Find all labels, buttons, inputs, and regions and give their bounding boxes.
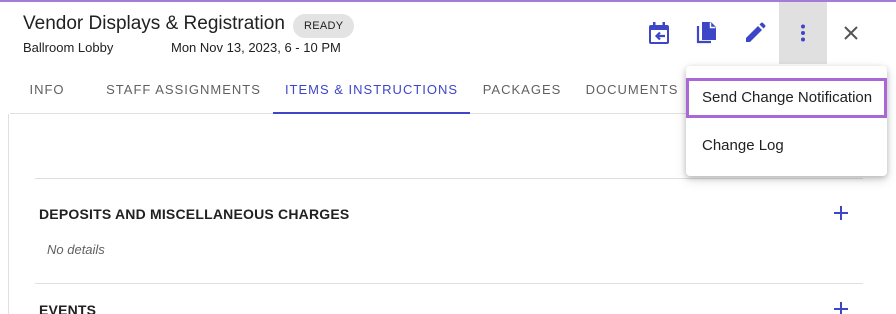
close-icon [844, 26, 858, 40]
edit-icon [746, 22, 766, 42]
section-divider [35, 283, 863, 284]
section-divider [35, 178, 863, 179]
section-title-events: EVENTS [39, 302, 97, 314]
more-options-button[interactable] [779, 2, 827, 64]
menu-item-label: Send Change Notification [702, 89, 873, 106]
page-title: Vendor Displays & Registration [23, 13, 285, 34]
calendar-import-button[interactable] [635, 2, 683, 64]
copy-icon [696, 22, 716, 44]
tab-staff-assignments[interactable]: STAFF ASSIGNMENTS [106, 66, 261, 113]
section-title-deposits: DEPOSITS AND MISCELLANEOUS CHARGES [39, 206, 350, 222]
add-event-button[interactable] [829, 297, 853, 314]
more-vert-icon [801, 24, 805, 42]
deposits-empty-text: No details [47, 242, 105, 257]
content-border [8, 114, 9, 314]
event-detail-panel: Vendor Displays & Registration READY Bal… [0, 0, 896, 314]
tab-items-instructions[interactable]: ITEMS & INSTRUCTIONS [273, 66, 470, 114]
calendar-import-icon [649, 22, 669, 44]
more-options-menu: Send Change Notification Change Log [686, 66, 887, 176]
edit-button[interactable] [731, 2, 779, 64]
tab-documents[interactable]: DOCUMENTS [582, 66, 682, 113]
menu-item-send-change-notification[interactable]: Send Change Notification [686, 78, 887, 118]
event-datetime: Mon Nov 13, 2023, 6 - 10 PM [171, 40, 341, 55]
menu-item-change-log[interactable]: Change Log [686, 126, 887, 166]
menu-item-label: Change Log [702, 137, 784, 154]
add-deposit-button[interactable] [829, 201, 853, 225]
tab-info[interactable]: INFO [20, 66, 74, 113]
copy-button[interactable] [683, 2, 731, 64]
plus-icon [834, 206, 848, 220]
header: Vendor Displays & Registration READY Bal… [0, 2, 896, 66]
close-button[interactable] [827, 2, 875, 64]
plus-icon [834, 302, 848, 314]
status-badge: READY [293, 14, 355, 38]
tab-packages[interactable]: PACKAGES [478, 66, 566, 113]
event-location: Ballroom Lobby [23, 40, 114, 55]
